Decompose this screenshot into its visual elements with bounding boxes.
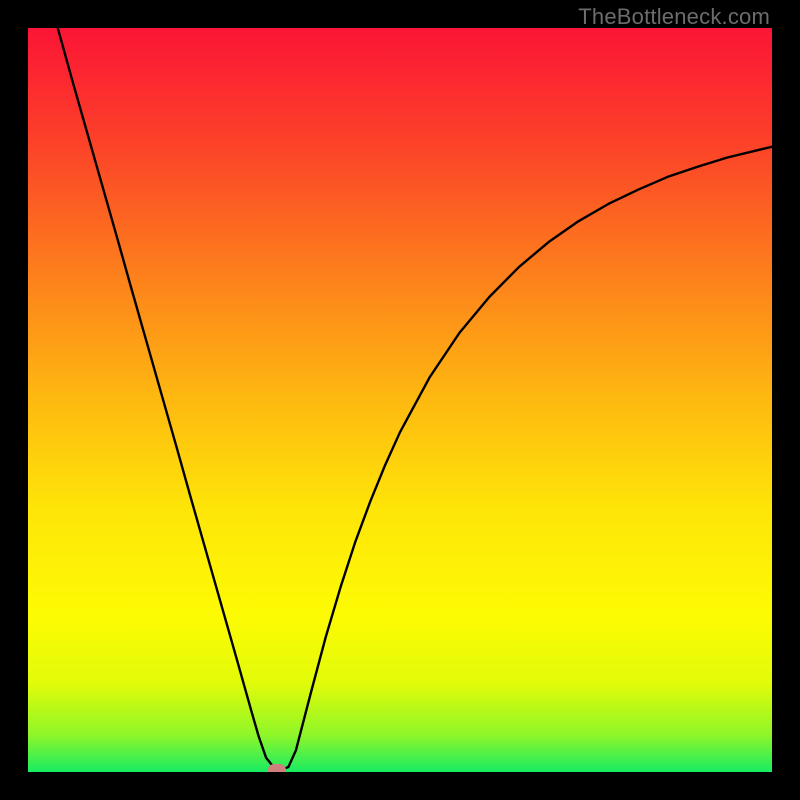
plot-area	[28, 28, 772, 772]
optimal-point-marker	[268, 764, 286, 772]
attribution-label: TheBottleneck.com	[578, 4, 770, 30]
chart-frame: TheBottleneck.com	[0, 0, 800, 800]
bottleneck-curve	[28, 28, 772, 772]
